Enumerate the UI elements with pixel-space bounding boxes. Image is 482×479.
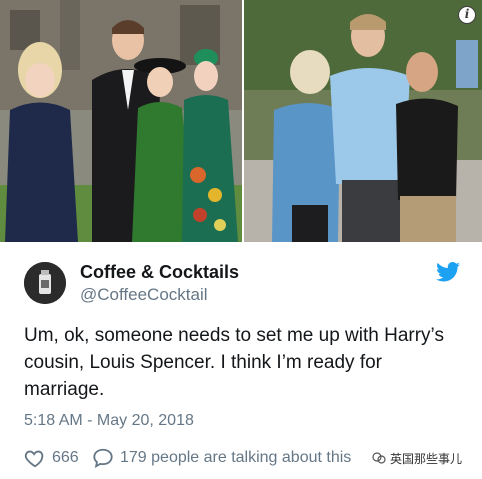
avatar-image xyxy=(24,262,66,304)
street-scene-image xyxy=(244,0,482,242)
watermark: 英国那些事儿 xyxy=(372,450,462,468)
tweet-photo-grid[interactable]: i xyxy=(0,0,482,242)
like-count: 666 xyxy=(52,449,79,466)
wechat-watermark-icon xyxy=(372,452,386,464)
tweet-text: Um, ok, someone needs to set me up with … xyxy=(24,325,444,400)
speech-bubble-icon[interactable] xyxy=(92,447,114,469)
user-handle[interactable]: @CoffeeCocktail xyxy=(80,285,208,305)
twitter-bird-icon[interactable] xyxy=(436,262,460,282)
avatar[interactable] xyxy=(24,262,66,304)
tweet-timestamp[interactable]: 5:18 AM - May 20, 2018 xyxy=(24,412,194,430)
photo-wedding-guests[interactable] xyxy=(0,0,242,242)
display-name[interactable]: Coffee & Cocktails xyxy=(80,262,239,283)
watermark-text: 英国那些事儿 xyxy=(390,452,463,466)
photo-street-scene[interactable]: i xyxy=(244,0,482,242)
talking-about-this-link[interactable]: 179 people are talking about this xyxy=(120,449,351,467)
heart-icon[interactable] xyxy=(24,447,46,469)
info-icon[interactable]: i xyxy=(458,6,476,24)
wedding-guests-image xyxy=(0,0,242,242)
